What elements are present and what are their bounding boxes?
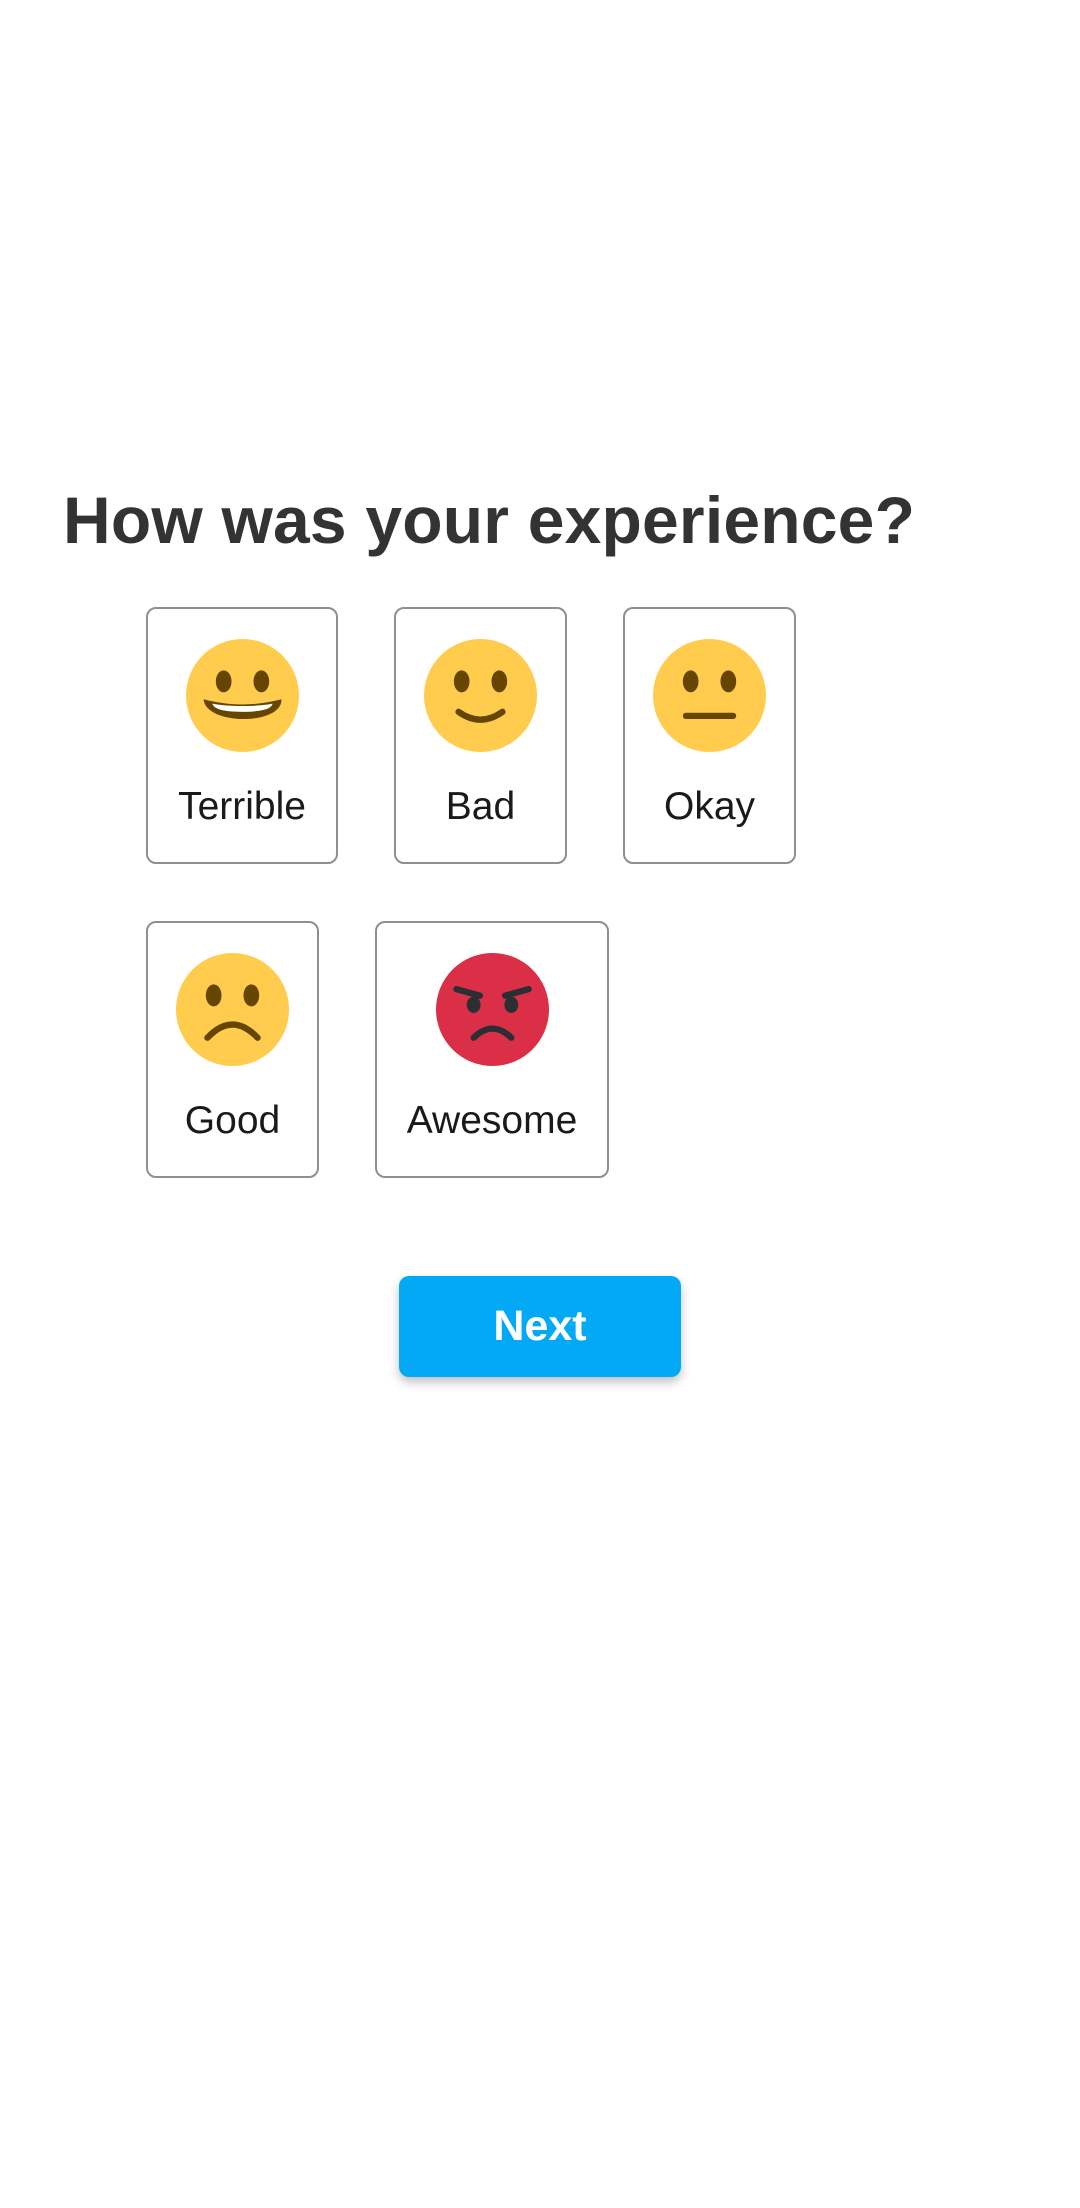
- option-card-bad[interactable]: Bad: [394, 607, 567, 864]
- option-card-good[interactable]: Good: [146, 921, 319, 1178]
- slightly-smiling-face-icon: [424, 639, 537, 752]
- option-label: Bad: [445, 785, 516, 828]
- option-label: Okay: [663, 785, 756, 828]
- grinning-face-icon: [185, 639, 299, 752]
- option-label: Awesome: [406, 1099, 578, 1142]
- option-label: Good: [184, 1099, 281, 1142]
- page-title: How was your experience?: [63, 483, 916, 557]
- option-card-okay[interactable]: Okay: [623, 607, 796, 864]
- neutral-face-icon: [653, 639, 766, 752]
- frowning-face-icon: [176, 953, 289, 1066]
- angry-red-face-icon: [435, 953, 549, 1066]
- next-button[interactable]: Next: [399, 1276, 681, 1377]
- option-card-terrible[interactable]: Terrible: [146, 607, 338, 864]
- option-card-awesome[interactable]: Awesome: [375, 921, 609, 1178]
- option-label: Terrible: [178, 785, 306, 828]
